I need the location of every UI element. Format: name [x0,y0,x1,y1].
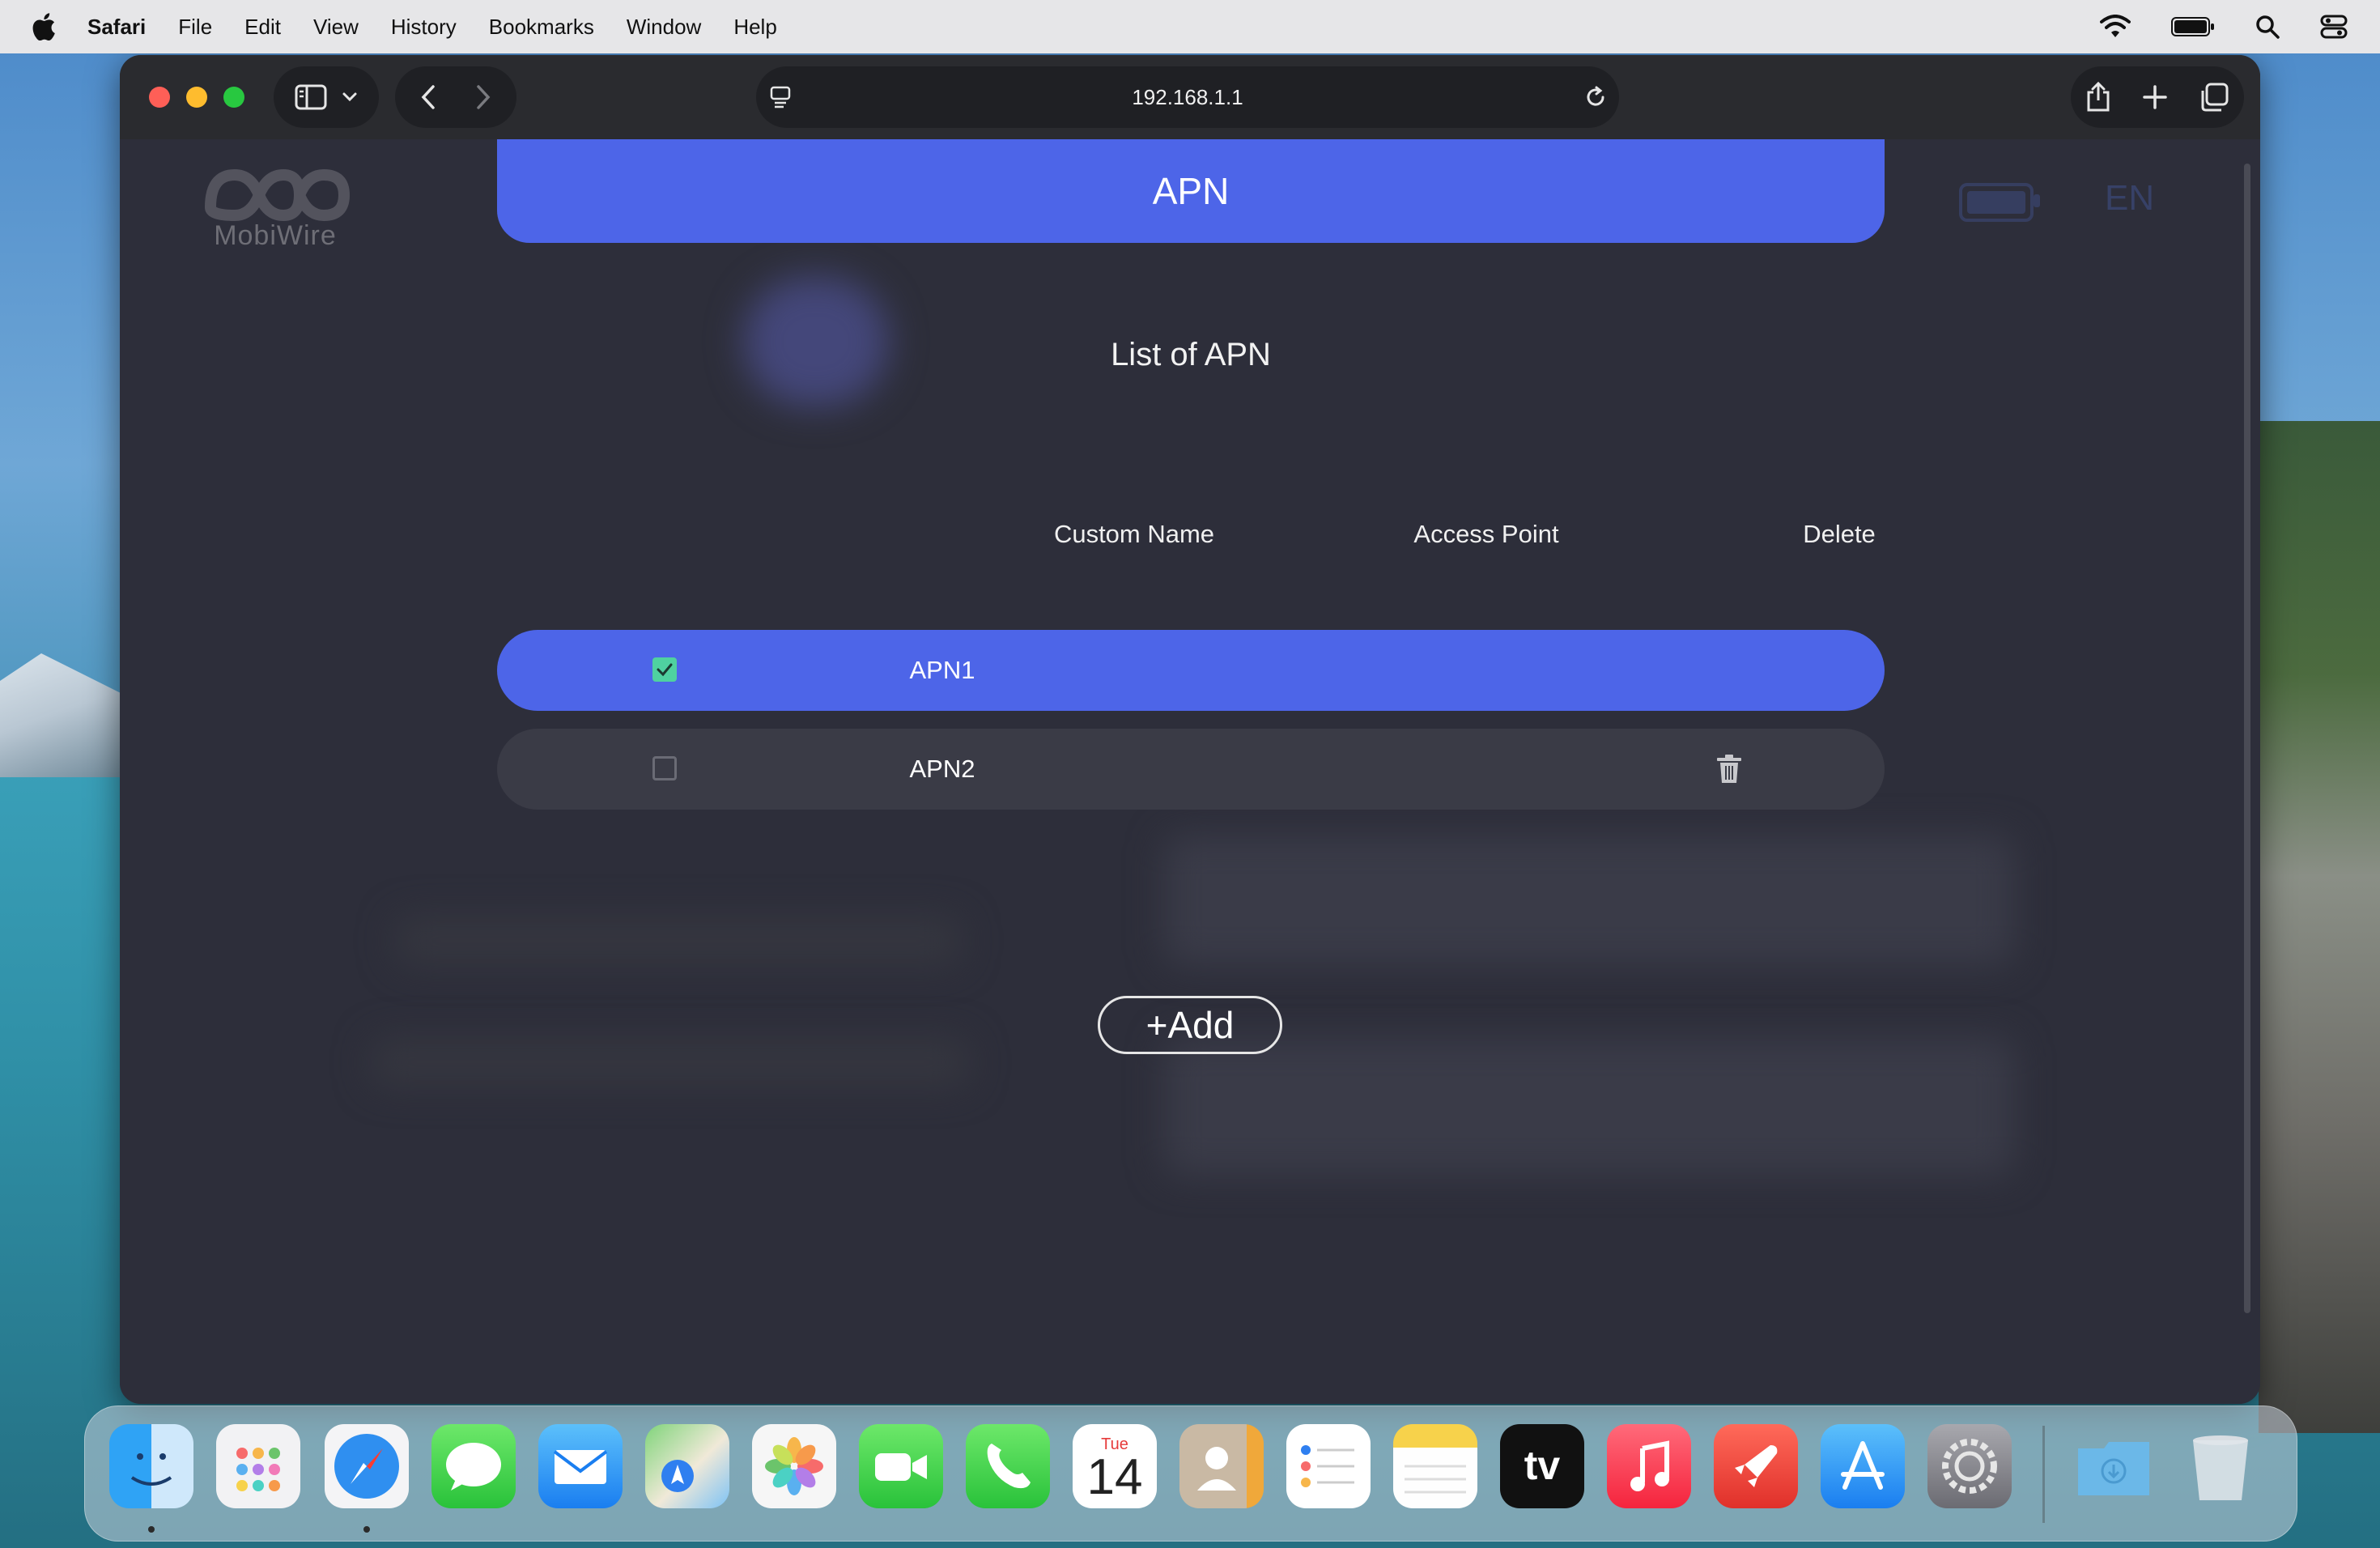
mail-icon[interactable] [538,1424,623,1508]
blurred-text-2 [371,1038,970,1087]
reload-icon[interactable] [1583,85,1608,109]
column-delete: Delete [1803,520,1876,548]
url-text: 192.168.1.1 [1132,85,1243,109]
apple-menu-icon[interactable] [31,12,57,41]
chevron-down-icon[interactable] [342,91,358,103]
add-apn-button[interactable]: +Add [1098,996,1282,1054]
safari-window: 192.168.1.1 MobiWire EN APN List of APN … [120,55,2260,1404]
calendar-icon[interactable]: Tue 14 [1073,1424,1157,1508]
battery-status-icon[interactable] [2171,16,2215,37]
dock-separator [2042,1426,2045,1523]
forward-icon[interactable] [474,83,493,111]
contacts-icon[interactable] [1179,1424,1264,1508]
right-toolbar-group [2071,66,2244,128]
phone-icon[interactable] [966,1424,1050,1508]
desktop-mountain [0,653,138,777]
facetime-icon[interactable] [859,1424,943,1508]
share-icon[interactable] [2086,82,2110,113]
messages-icon[interactable] [431,1424,516,1508]
blurred-card-2 [1164,1038,2014,1176]
apn-row-1[interactable]: APN1 [497,630,1885,711]
apn-row-1-checkbox[interactable] [652,657,677,682]
zoom-window-button[interactable] [223,87,244,108]
apn-row-2-name: APN2 [909,755,975,783]
minimize-window-button[interactable] [186,87,207,108]
page-scrollbar[interactable] [2244,164,2250,1313]
sidebar-icon[interactable] [295,84,327,110]
new-tab-icon[interactable] [2142,84,2168,110]
finder-running-dot [148,1526,155,1533]
rocket-icon[interactable] [1714,1424,1798,1508]
apn-row-2-checkbox[interactable] [652,756,677,780]
menu-window[interactable]: Window [627,15,701,40]
page-content: MobiWire EN APN List of APN Custom Name … [120,139,2260,1404]
language-selector[interactable]: EN [2105,178,2154,219]
navigation-group [395,66,516,128]
blurred-text-1 [395,916,962,965]
safari-running-dot [363,1526,370,1533]
reminders-icon[interactable] [1286,1424,1371,1508]
wifi-icon[interactable] [2100,15,2131,39]
blurred-card-1 [1164,836,2014,965]
back-icon[interactable] [419,83,438,111]
header-title: APN [1152,170,1230,212]
menu-help[interactable]: Help [733,15,776,40]
menu-app-name[interactable]: Safari [87,15,146,40]
music-icon[interactable] [1607,1424,1691,1508]
apple-tv-icon[interactable]: tv [1500,1424,1584,1508]
photos-icon[interactable] [752,1424,836,1508]
safari-icon[interactable] [325,1424,409,1508]
logo-text: MobiWire [214,220,337,251]
finder-icon[interactable] [109,1424,193,1508]
sidebar-toggle-group [274,66,379,128]
dock: Tue 14 tv [84,1406,2297,1542]
trash-bin-icon[interactable] [2178,1424,2263,1508]
browser-toolbar: 192.168.1.1 [120,55,2260,139]
app-store-icon[interactable] [1821,1424,1905,1508]
checkmark-icon [657,663,673,677]
device-battery-icon [1959,183,2040,222]
address-bar[interactable]: 192.168.1.1 [756,66,1619,128]
close-window-button[interactable] [149,87,170,108]
maps-icon[interactable] [645,1424,729,1508]
column-access-point: Access Point [1413,520,1559,548]
system-settings-icon[interactable] [1927,1424,2012,1508]
column-custom-name: Custom Name [1053,520,1215,548]
menu-edit[interactable]: Edit [244,15,281,40]
apn-row-1-name: APN1 [909,656,975,684]
menu-bar: Safari File Edit View History Bookmarks … [0,0,2380,53]
menu-file[interactable]: File [178,15,212,40]
apn-row-2[interactable]: APN2 [497,729,1885,810]
menu-view[interactable]: View [313,15,359,40]
spotlight-search-icon[interactable] [2255,15,2280,39]
list-title: List of APN [1111,337,1271,372]
menu-bookmarks[interactable]: Bookmarks [489,15,594,40]
apn-header: APN [497,139,1885,243]
trash-icon[interactable] [1715,753,1744,785]
control-center-icon[interactable] [2320,15,2348,39]
calendar-date: 14 [1086,1449,1143,1505]
tv-label: tv [1524,1443,1561,1488]
menu-history[interactable]: History [391,15,457,40]
desktop-trees [2259,421,2380,1433]
notes-icon[interactable] [1393,1424,1477,1508]
tab-overview-icon[interactable] [2199,83,2229,112]
launchpad-icon[interactable] [216,1424,300,1508]
downloads-folder-icon[interactable] [2072,1424,2156,1508]
